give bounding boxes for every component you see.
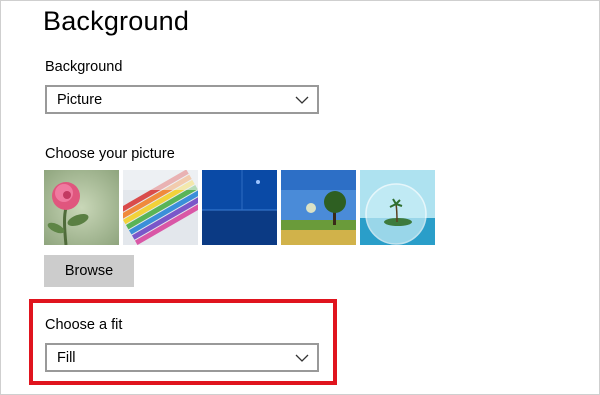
fit-dropdown-value: Fill xyxy=(57,349,76,366)
fit-dropdown[interactable]: Fill xyxy=(45,343,319,372)
chevron-down-icon xyxy=(295,351,309,365)
colored-pencils-thumbnail[interactable] xyxy=(123,170,198,245)
highlight-box xyxy=(29,299,337,385)
pink-rose-thumbnail[interactable] xyxy=(44,170,119,245)
choose-picture-label: Choose your picture xyxy=(45,146,175,162)
tree-landscape-thumbnail[interactable] xyxy=(281,170,356,245)
choose-fit-label: Choose a fit xyxy=(45,317,123,333)
background-dropdown-value: Picture xyxy=(57,91,103,108)
picture-thumbnails xyxy=(44,170,435,245)
browse-button[interactable]: Browse xyxy=(44,255,134,287)
background-label: Background xyxy=(45,59,123,75)
island-bubble-thumbnail[interactable] xyxy=(360,170,435,245)
blue-abstract-thumbnail[interactable] xyxy=(202,170,277,245)
chevron-down-icon xyxy=(295,93,309,107)
page-title: Background xyxy=(43,6,190,36)
background-dropdown[interactable]: Picture xyxy=(45,85,319,114)
